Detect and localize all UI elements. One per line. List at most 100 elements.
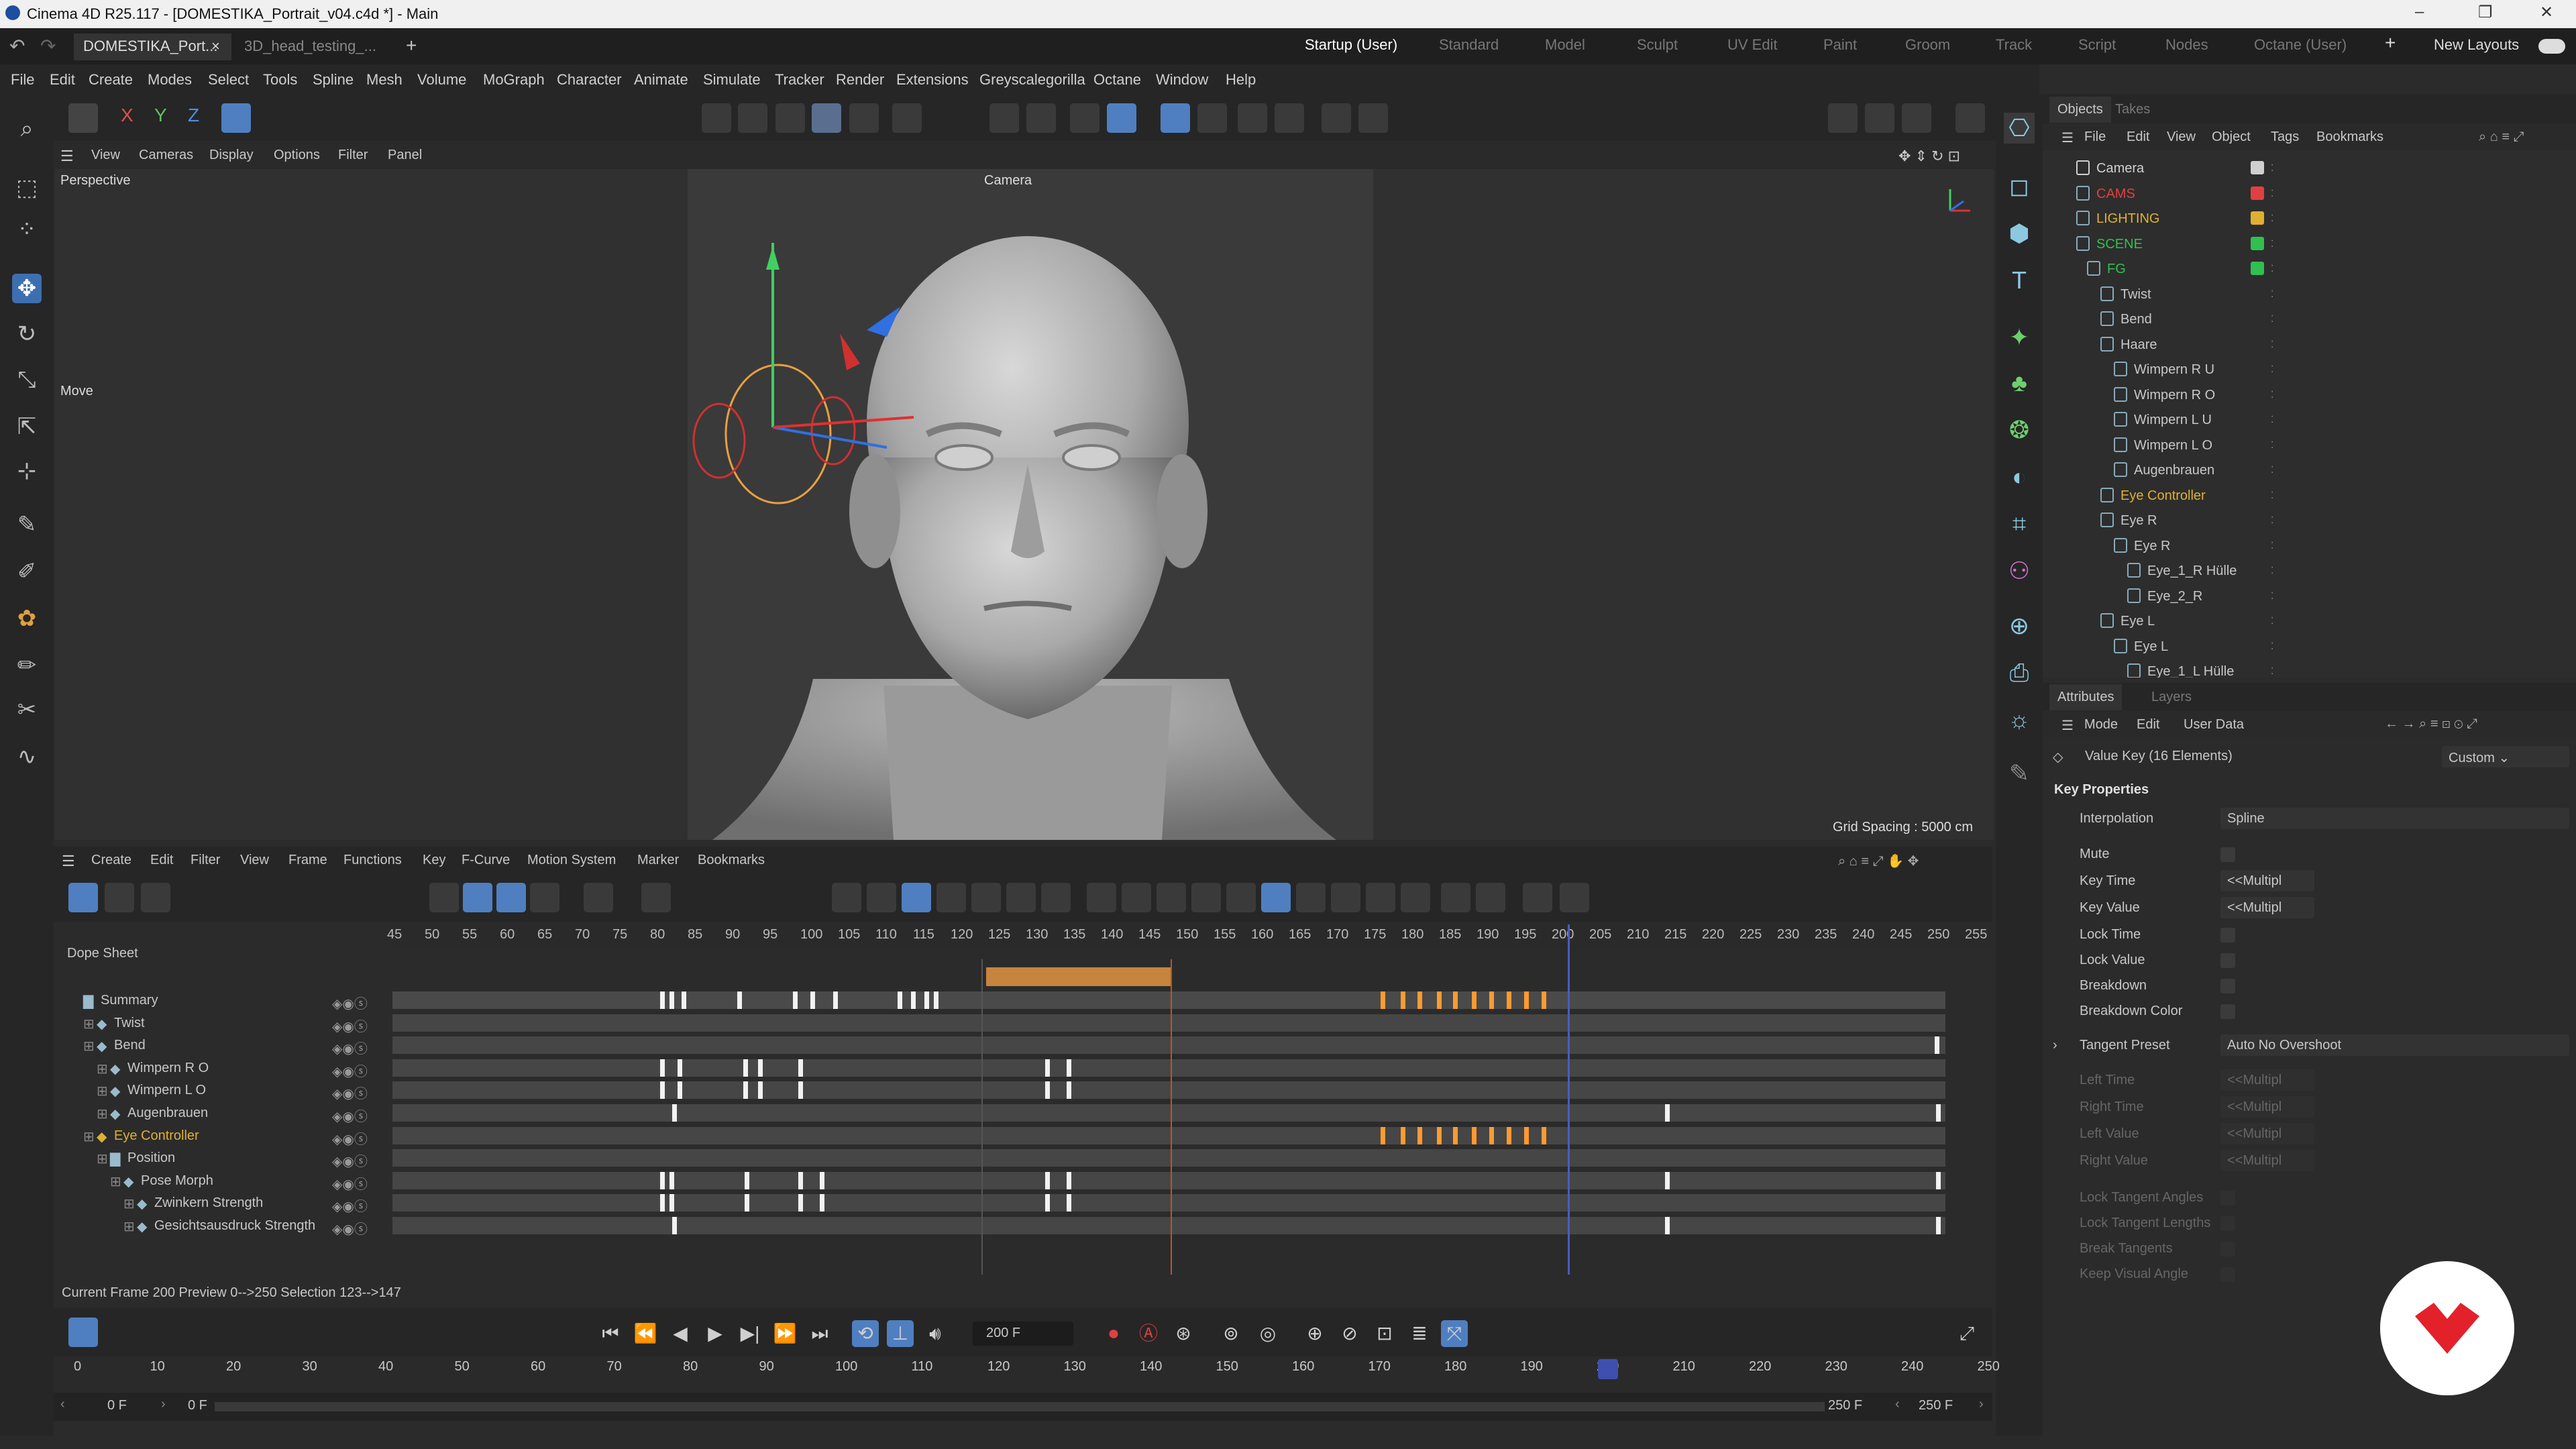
- object-name[interactable]: Twist: [2121, 287, 2151, 303]
- keyframe[interactable]: [798, 1081, 803, 1099]
- auto-tangent-icon[interactable]: [1041, 883, 1071, 912]
- track-key-bar[interactable]: [392, 1194, 1945, 1212]
- selected-keyframe[interactable]: [1381, 1126, 1385, 1144]
- linear-interp-icon[interactable]: [832, 883, 861, 912]
- key-pla-icon[interactable]: ⊡: [1371, 1320, 1398, 1347]
- layer-color-icon[interactable]: [2251, 236, 2264, 250]
- keyframe[interactable]: [669, 1194, 674, 1212]
- timeline-menu-frame[interactable]: Frame: [288, 853, 327, 868]
- visibility-dots-icon[interactable]: ⁚: [2271, 515, 2273, 526]
- selected-keyframe[interactable]: [1437, 1126, 1442, 1144]
- dope-sheet-track[interactable]: ⊞ ◆ Pose Morph ◈◉ⓢ: [54, 1169, 1992, 1192]
- viewport-hamburger-icon[interactable]: ☰: [60, 148, 74, 165]
- rotate-tool-icon[interactable]: ↻: [12, 319, 42, 349]
- object-name[interactable]: Camera: [2096, 161, 2144, 176]
- keyframe[interactable]: [924, 991, 929, 1009]
- snap-icon[interactable]: [989, 103, 1019, 133]
- objects-menu-object[interactable]: Object: [2212, 129, 2251, 145]
- grid-icon[interactable]: [1070, 103, 1099, 133]
- object-name[interactable]: Haare: [2121, 337, 2157, 353]
- lock-tangent-angles-checkbox[interactable]: [2220, 1191, 2235, 1205]
- menu-help[interactable]: Help: [1226, 71, 1256, 89]
- bake-keys-icon[interactable]: [1401, 883, 1430, 912]
- keyframe[interactable]: [660, 1059, 665, 1077]
- selected-keyframe[interactable]: [1489, 1126, 1494, 1144]
- selected-keyframe[interactable]: [1542, 991, 1546, 1009]
- viewport-menu-panel[interactable]: Panel: [388, 148, 422, 163]
- keyframe[interactable]: [911, 991, 916, 1009]
- layout-tab-startup[interactable]: Startup (User): [1305, 36, 1397, 54]
- timeline-menu-marker[interactable]: Marker: [637, 853, 679, 868]
- preview-start-field[interactable]: 0 F: [188, 1398, 207, 1413]
- track-expand-icon[interactable]: ⊞: [97, 1083, 108, 1099]
- object-name[interactable]: Bend: [2121, 312, 2152, 327]
- timeline-menu-functions[interactable]: Functions: [343, 853, 402, 868]
- camera-view-icon[interactable]: ⎔: [2004, 113, 2035, 144]
- menu-extensions[interactable]: Extensions: [896, 71, 969, 89]
- object-name[interactable]: Wimpern L U: [2134, 413, 2212, 428]
- right-value-field[interactable]: <<Multipl: [2220, 1150, 2314, 1171]
- attributes-menu-userdata[interactable]: User Data: [2184, 717, 2244, 733]
- paint-icon[interactable]: ✐: [12, 557, 42, 586]
- track-visibility-icon[interactable]: ◈◉ⓢ: [332, 1106, 368, 1125]
- selected-keyframe[interactable]: [1453, 1126, 1458, 1144]
- layout-tab-paint[interactable]: Paint: [1823, 36, 1857, 54]
- visibility-dots-icon[interactable]: ⁚: [2271, 288, 2273, 300]
- menu-window[interactable]: Window: [1156, 71, 1208, 89]
- keyframe[interactable]: [1936, 1217, 1941, 1234]
- track-expand-icon[interactable]: ⊞: [123, 1218, 135, 1235]
- snap-keys-icon[interactable]: [1261, 883, 1291, 912]
- keyframe[interactable]: [810, 991, 815, 1009]
- objects-menu-edit[interactable]: Edit: [2127, 129, 2149, 145]
- track-expand-icon[interactable]: ⊞: [83, 1016, 95, 1032]
- timeline-ruler[interactable]: 45 50 55 60 65 70 75 80 85 90 95 100 105 110 115 120 125…: [387, 922, 1992, 950]
- object-row[interactable]: Eye R ⁚: [2043, 508, 2559, 533]
- objects-search-icon[interactable]: ⌕ ⌂ ≡ ⤢: [2479, 129, 2524, 145]
- lock-value-checkbox[interactable]: [2220, 953, 2235, 968]
- texture-mode-icon[interactable]: [892, 103, 922, 133]
- layer-color-icon[interactable]: [2251, 186, 2264, 200]
- keyframe[interactable]: [1045, 1171, 1050, 1189]
- menu-file[interactable]: File: [11, 71, 34, 89]
- track-name[interactable]: Summary: [101, 993, 158, 1008]
- text-object-icon[interactable]: T: [2004, 265, 2035, 296]
- layer-color-icon[interactable]: [2251, 564, 2264, 577]
- loop-icon[interactable]: ⟲: [852, 1320, 879, 1347]
- object-row[interactable]: Eye_2_R ⁚: [2043, 584, 2559, 608]
- mute-checkbox[interactable]: [2220, 847, 2235, 862]
- keyframe[interactable]: [672, 1217, 677, 1234]
- keyframe[interactable]: [1665, 1171, 1670, 1189]
- menu-volume[interactable]: Volume: [417, 71, 466, 89]
- interpolation-mode-icon[interactable]: ⤧: [1441, 1320, 1468, 1347]
- track-name[interactable]: Bend: [114, 1038, 146, 1053]
- object-row[interactable]: FG ⁚: [2043, 256, 2559, 281]
- viewport-menu-view[interactable]: View: [91, 148, 120, 163]
- timeline-menu-motion-system[interactable]: Motion System: [527, 853, 616, 868]
- axis-tool-icon[interactable]: ⊹: [12, 456, 42, 486]
- track-visibility-icon[interactable]: ◈◉ⓢ: [332, 1016, 368, 1035]
- object-name[interactable]: Augenbrauen: [2134, 463, 2214, 478]
- primitive-cube-icon[interactable]: ⬢: [2004, 218, 2035, 249]
- generator-icon[interactable]: ✦: [2004, 322, 2035, 353]
- dope-sheet-track[interactable]: ⊞ ◆ Wimpern R O ◈◉ⓢ: [54, 1057, 1992, 1079]
- visibility-dots-icon[interactable]: ⁚: [2271, 364, 2273, 375]
- object-name[interactable]: Eye L: [2121, 614, 2155, 629]
- selected-keyframe[interactable]: [1472, 991, 1477, 1009]
- keyframe[interactable]: [660, 1171, 665, 1189]
- keyframe[interactable]: [798, 1059, 803, 1077]
- objects-menu-bookmarks[interactable]: Bookmarks: [2316, 129, 2383, 145]
- axis-z-toggle[interactable]: Z: [188, 105, 199, 126]
- next-key-icon[interactable]: ⏩: [771, 1320, 798, 1347]
- minimize-button[interactable]: –: [2415, 3, 2424, 21]
- track-name[interactable]: Eye Controller: [114, 1128, 199, 1144]
- range-end-field[interactable]: 250 F: [1919, 1398, 1953, 1413]
- menu-mesh[interactable]: Mesh: [366, 71, 402, 89]
- search-icon[interactable]: ⌕: [12, 114, 42, 144]
- hierarchy-icon[interactable]: [463, 883, 492, 912]
- keyframe[interactable]: [660, 991, 665, 1009]
- menu-simulate[interactable]: Simulate: [703, 71, 761, 89]
- menu-tracker[interactable]: Tracker: [775, 71, 824, 89]
- solo-settings-icon[interactable]: [1197, 103, 1227, 133]
- close-button[interactable]: ✕: [2540, 3, 2553, 22]
- scale-keys-icon[interactable]: [1122, 883, 1151, 912]
